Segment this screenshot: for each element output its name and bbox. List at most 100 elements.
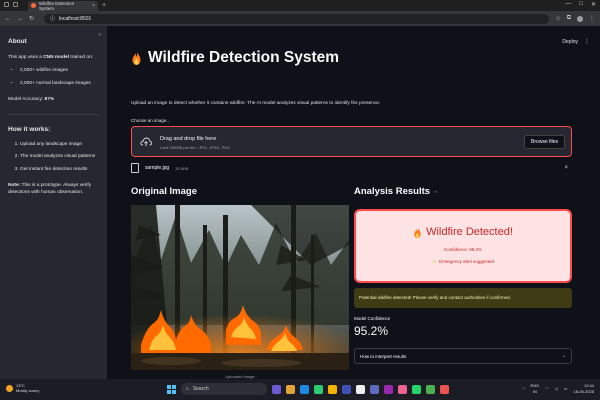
sun-icon <box>6 384 13 392</box>
accuracy-value: 87% <box>44 96 55 102</box>
browse-files-button[interactable]: Browse files <box>524 135 565 149</box>
about-suffix: trained on: <box>69 55 94 60</box>
list-item: 2,000+ wildfire images <box>20 68 99 75</box>
taskbar-app-icon[interactable] <box>314 384 323 394</box>
browser-menu-icon[interactable]: ⋮ <box>589 15 595 22</box>
taskbar-app-icon[interactable] <box>426 384 435 394</box>
collapse-sidebar-icon[interactable]: « <box>98 32 101 38</box>
taskbar-app-icon[interactable] <box>398 384 407 394</box>
close-window-button[interactable]: ✕ <box>591 1 596 8</box>
minimize-button[interactable]: — <box>565 1 571 8</box>
profile-avatar[interactable] <box>577 15 583 22</box>
tab-title: Wildfire Detection System <box>39 0 75 11</box>
accuracy-label: Model Accuracy: <box>8 96 45 102</box>
url-field[interactable]: ⓘ localhost:8501 <box>44 13 550 24</box>
analysis-results-title: Analysis Results <box>354 186 431 197</box>
list-item: The model analyzes visual patterns <box>20 154 99 161</box>
file-icon <box>131 163 139 173</box>
list-item: Get instant fire detection results <box>20 167 99 174</box>
fire-icon <box>414 226 421 238</box>
window-icons <box>4 2 18 7</box>
lang-bottom: IN <box>532 388 537 394</box>
new-tab-button[interactable]: + <box>102 2 106 9</box>
metric-value: 95.2% <box>354 324 389 338</box>
app-menu-icon[interactable]: ⋮ <box>584 38 590 45</box>
taskbar-app-icon[interactable] <box>370 384 379 394</box>
uploader-label: Choose an image... <box>131 118 171 123</box>
note-label: Note: <box>8 182 21 188</box>
taskbar-app-icon[interactable] <box>440 384 449 394</box>
main-content: Deploy ⋮ Wildfire Detection System Uploa… <box>107 26 600 395</box>
lang-top: ENG <box>530 383 540 388</box>
window-controls: — □ ✕ <box>565 1 596 8</box>
back-icon[interactable]: ← <box>5 16 11 22</box>
url-text: localhost:8501 <box>59 15 92 22</box>
battery-icon[interactable]: ▭ <box>564 386 568 391</box>
pinned-apps <box>272 384 449 394</box>
windows-start-icon[interactable] <box>167 384 176 394</box>
about-bold: CNN model <box>43 55 70 60</box>
warning-banner: Potential wildfire detected! Please veri… <box>354 288 572 308</box>
taskbar-search[interactable]: ⌕ Search <box>181 383 267 395</box>
original-image-heading: Original Image <box>131 186 197 197</box>
reload-icon[interactable]: ↻ <box>29 15 34 22</box>
taskbar-app-icon[interactable] <box>272 384 281 394</box>
weather-desc: Mostly sunny <box>16 388 40 394</box>
tab-close-button[interactable]: × <box>92 3 95 9</box>
expander-label: How to interpret results <box>360 353 407 359</box>
weather-widget[interactable]: 13°C Mostly sunny <box>6 383 39 393</box>
extensions-icon[interactable]: ⧉ <box>567 15 571 22</box>
taskbar-app-icon[interactable] <box>384 384 393 394</box>
list-item: Upload any landscape image <box>20 142 99 149</box>
maximize-button[interactable]: □ <box>579 1 583 8</box>
streamlit-favicon-icon <box>31 3 36 8</box>
taskbar-app-icon[interactable] <box>342 384 351 394</box>
bookmark-star-icon[interactable]: ☆ <box>555 15 560 22</box>
taskbar-app-icon[interactable] <box>300 384 309 394</box>
volume-icon[interactable]: ◁ <box>555 386 558 391</box>
title-text: Wildfire Detection System <box>148 49 340 66</box>
browser-actions: ☆ ⧉ ⋮ <box>555 15 595 22</box>
language-indicator[interactable]: ENG IN <box>531 383 540 394</box>
file-name: sample.jpg <box>145 165 170 171</box>
alert-title: Wildfire Detected! <box>356 226 570 238</box>
list-item: 2,000+ normal landscape images <box>20 81 99 88</box>
workspace-icon[interactable] <box>13 2 18 7</box>
clock-date: 18-05-2025 <box>573 388 594 394</box>
taskbar-app-icon[interactable] <box>328 384 337 394</box>
interpret-results-expander[interactable]: How to interpret results ⌄ <box>354 348 572 364</box>
wifi-icon[interactable]: ◠ <box>545 386 549 391</box>
analysis-results-heading: Analysis Results ∞ <box>354 186 437 197</box>
browser-tab[interactable]: Wildfire Detection System × <box>28 0 98 11</box>
fire-icon <box>132 51 141 65</box>
about-heading: About <box>8 38 27 45</box>
alert-title-text: Wildfire Detected! <box>426 226 513 238</box>
file-uploader-dropzone[interactable]: Drag and drop file here Limit 200MB per … <box>131 126 572 157</box>
prototype-note: Note: This is a prototype. Always verify… <box>8 182 99 196</box>
taskbar-app-icon[interactable] <box>286 384 295 394</box>
how-it-works-heading: How it works: <box>8 125 51 133</box>
app-description: Upload an image to detect whether it con… <box>131 101 381 106</box>
forest-fire-image <box>131 205 349 370</box>
cloud-upload-icon <box>140 137 152 146</box>
anchor-link-icon[interactable]: ∞ <box>434 189 437 194</box>
forward-icon[interactable]: → <box>17 16 23 22</box>
site-info-icon[interactable]: ⓘ <box>50 15 55 22</box>
metric-label: Model Confidence <box>354 316 391 321</box>
drag-drop-text: Drag and drop file here <box>160 136 217 142</box>
tab-actions-icon[interactable] <box>4 2 9 7</box>
file-limit-text: Limit 200MB per file • JPG, JPEG, PNG <box>160 145 231 150</box>
file-size: 33.6KB <box>175 165 189 171</box>
uploaded-file-row: sample.jpg 33.6KB × <box>131 162 572 174</box>
deploy-button[interactable]: Deploy <box>562 39 578 45</box>
taskbar-app-icon[interactable] <box>356 384 365 394</box>
tray-chevron-icon[interactable]: ^ <box>523 386 525 391</box>
windows-taskbar: 13°C Mostly sunny ⌕ Search ^ ENG IN ◠ ◁ … <box>0 379 600 400</box>
sidebar: « About This app uses a CNN model traine… <box>0 26 107 379</box>
sidebar-divider <box>8 113 99 115</box>
remove-file-button[interactable]: × <box>564 165 568 171</box>
system-tray: ^ ENG IN ◠ ◁ ▭ 12:44 18-05-2025 <box>523 383 594 394</box>
note-text: This is a prototype. Always verify detec… <box>8 182 92 196</box>
clock[interactable]: 12:44 18-05-2025 <box>574 383 594 394</box>
taskbar-app-icon[interactable] <box>412 384 421 394</box>
